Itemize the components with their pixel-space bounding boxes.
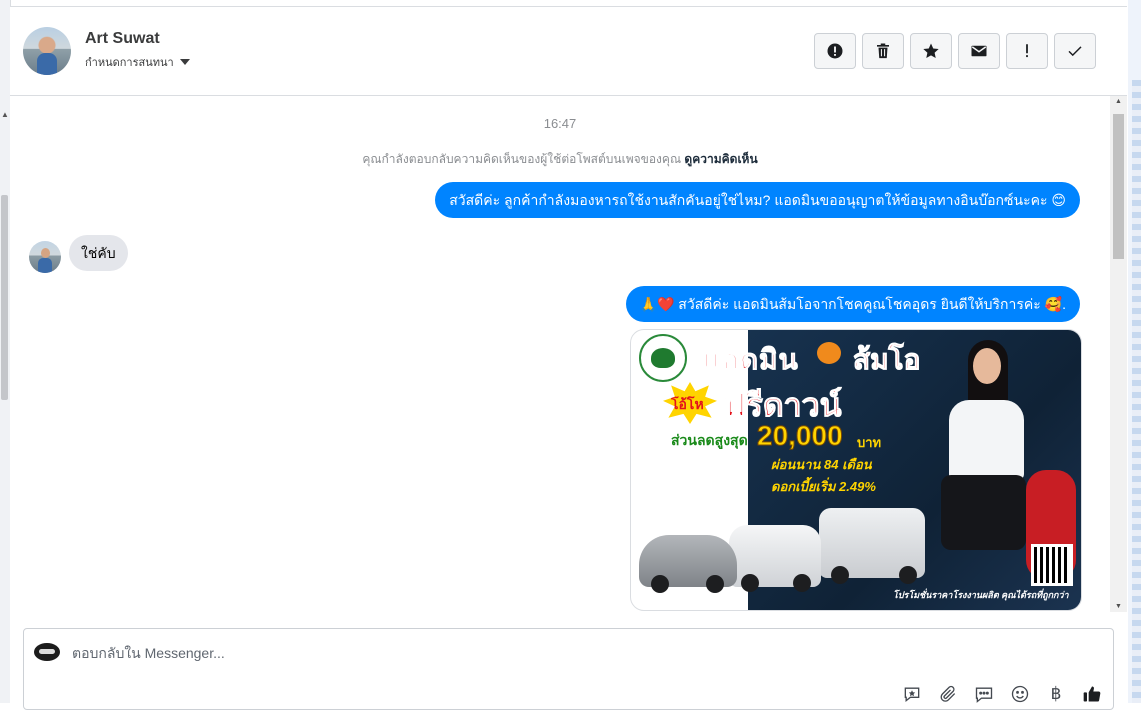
mark-done-button[interactable] bbox=[1054, 33, 1096, 69]
reply-composer: ฿ bbox=[23, 628, 1114, 710]
wheel bbox=[899, 566, 917, 584]
contact-name[interactable]: Art Suwat bbox=[85, 30, 160, 48]
incoming-message[interactable]: ใช่คับ bbox=[69, 235, 128, 271]
delete-button[interactable] bbox=[862, 33, 904, 69]
message-thread[interactable]: 16:47 คุณกำลังตอบกลับความคิดเห็นของผู้ใช… bbox=[10, 96, 1127, 612]
message-text: สวัสดีค่ะ แอดมินส้มโอจากโชคคูณโชคอุดร ยิ… bbox=[678, 296, 1041, 312]
dealer-logo bbox=[639, 334, 687, 382]
outgoing-message[interactable]: 🙏❤️ สวัสดีค่ะ แอดมินส้มโอจากโชคคูณโชคอุด… bbox=[625, 286, 1080, 322]
promo-burst-badge: โอ้โห bbox=[663, 382, 717, 424]
scrollbar-thumb[interactable] bbox=[1, 195, 8, 400]
promo-model-pants bbox=[941, 475, 1026, 550]
saved-reply-icon bbox=[904, 687, 920, 703]
exclamation-icon bbox=[1026, 44, 1028, 58]
reply-context-notice: คุณกำลังตอบกลับความคิดเห็นของผู้ใช้ต่อโพ… bbox=[10, 150, 1110, 169]
thread-scrollbar-thumb[interactable] bbox=[1113, 114, 1124, 259]
wheel bbox=[706, 575, 724, 593]
pray-heart-emoji-icon: 🙏❤️ bbox=[639, 296, 675, 312]
promo-interest: ดอกเบี้ยเริ่ม 2.49% bbox=[771, 479, 876, 494]
wheel bbox=[793, 574, 811, 592]
mark-unread-button[interactable] bbox=[958, 33, 1000, 69]
manage-conversation-label: กำหนดการสนทนา bbox=[85, 57, 174, 69]
promo-currency: บาท bbox=[857, 435, 882, 450]
saved-reply-button[interactable] bbox=[901, 683, 923, 705]
wheel bbox=[741, 574, 759, 592]
page-avatar bbox=[34, 643, 60, 661]
quick-reply-button[interactable] bbox=[973, 683, 995, 705]
right-edge-strip bbox=[1128, 0, 1141, 703]
promo-model-face bbox=[973, 348, 1001, 384]
manage-conversation-dropdown[interactable]: กำหนดการสนทนา bbox=[85, 53, 190, 71]
promo-discount-label: ส่วนลดสูงสุด bbox=[671, 432, 748, 448]
emoji-icon bbox=[1011, 685, 1029, 703]
check-icon bbox=[1068, 46, 1082, 57]
chat-bubble-icon bbox=[975, 687, 993, 703]
wheel bbox=[651, 575, 669, 593]
attachment-icon bbox=[940, 685, 956, 702]
like-button[interactable] bbox=[1081, 683, 1103, 705]
conversation-panel: Art Suwat กำหนดการสนทนา 16:47 คุณกำลังตอ… bbox=[10, 6, 1127, 710]
composer-actions: ฿ bbox=[901, 683, 1103, 705]
promo-discount-amount: 20,000 bbox=[757, 420, 844, 452]
promo-headline-admin: แอดมิน bbox=[703, 344, 799, 376]
burst-text: โอ้โห bbox=[671, 396, 704, 412]
mark-spam-button[interactable] bbox=[814, 33, 856, 69]
promo-footer: โปรโมชั่นราคาโรงงานผลิต คุณได้รถที่ถูกกว… bbox=[893, 590, 1069, 600]
conversation-header: Art Suwat กำหนดการสนทนา bbox=[10, 7, 1127, 96]
scroll-up-icon[interactable]: ▲ bbox=[1110, 98, 1127, 105]
conversation-toolbar bbox=[814, 33, 1096, 69]
promo-headline-name: ส้มโอ bbox=[852, 344, 921, 376]
wheel bbox=[831, 566, 849, 584]
star-button[interactable] bbox=[910, 33, 952, 69]
reply-input[interactable] bbox=[70, 641, 874, 665]
message-timestamp: 16:47 bbox=[543, 116, 577, 131]
orange-fruit-icon bbox=[817, 342, 841, 364]
thread-scrollbar[interactable]: ▲ ▼ bbox=[1110, 96, 1127, 612]
view-comment-link[interactable]: ดูความคิดเห็น bbox=[684, 152, 757, 166]
outgoing-message[interactable]: สวัสดีค่ะ ลูกค้ากำลังมองหารถใช้งานสักคัน… bbox=[435, 182, 1080, 218]
decorative-strip bbox=[1132, 80, 1141, 703]
star-icon bbox=[923, 43, 939, 59]
contact-avatar-small[interactable] bbox=[29, 241, 61, 273]
notice-text: คุณกำลังตอบกลับความคิดเห็นของผู้ใช้ต่อโพ… bbox=[362, 152, 682, 166]
follow-up-button[interactable] bbox=[1006, 33, 1048, 69]
baht-icon: ฿ bbox=[1050, 684, 1062, 703]
qr-code bbox=[1031, 544, 1073, 586]
thumbs-up-icon bbox=[1083, 686, 1101, 702]
scroll-down-icon[interactable]: ▼ bbox=[1110, 603, 1127, 610]
attach-file-button[interactable] bbox=[937, 683, 959, 705]
scroll-up-arrow-icon[interactable]: ▲ bbox=[0, 110, 10, 120]
love-emoji-icon: 🥰. bbox=[1044, 296, 1066, 312]
caret-down-icon bbox=[179, 59, 190, 65]
trash-icon bbox=[877, 43, 889, 59]
alert-circle-icon bbox=[827, 43, 843, 59]
contact-avatar[interactable] bbox=[23, 27, 71, 75]
envelope-icon bbox=[971, 45, 987, 57]
promo-image-attachment[interactable]: แอดมิน ส้มโอ โอ้โห ฟรีดาวน์ ส่วนลดสูงสุด… bbox=[630, 329, 1082, 611]
promo-installment: ผ่อนนาน 84 เดือน bbox=[771, 457, 872, 472]
smile-emoji-icon: 😊 bbox=[1051, 192, 1066, 208]
promo-model-shirt bbox=[949, 400, 1024, 480]
message-text: สวัสดีค่ะ ลูกค้ากำลังมองหารถใช้งานสักคัน… bbox=[449, 192, 1048, 208]
emoji-button[interactable] bbox=[1009, 683, 1031, 705]
payment-button[interactable]: ฿ bbox=[1045, 683, 1067, 705]
message-text: ใช่คับ bbox=[81, 245, 116, 261]
